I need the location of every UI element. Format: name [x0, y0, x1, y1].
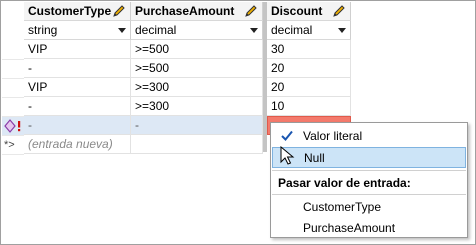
gutter-row-2[interactable] [2, 60, 24, 79]
diamond-error-icon [4, 119, 21, 133]
menu-item-null[interactable]: Null [272, 147, 466, 168]
table-cell[interactable]: 20 [267, 59, 351, 78]
table-cell-empty[interactable] [131, 135, 263, 154]
new-row-marker: *> [2, 136, 24, 155]
table-cell[interactable]: >=300 [131, 97, 263, 116]
menu-item-input-purchaseamount[interactable]: PurchaseAmount [272, 217, 466, 238]
gutter-row-3[interactable] [2, 79, 24, 98]
row-gutter: *> [2, 2, 24, 155]
table-cell[interactable]: 30 [267, 40, 351, 59]
type-select-value: decimal [135, 23, 177, 37]
column-header-customertype[interactable]: CustomerType [24, 2, 131, 21]
chevron-down-icon[interactable] [250, 28, 258, 33]
table-cell[interactable]: - [24, 97, 131, 116]
type-select-discount[interactable]: decimal [267, 21, 351, 40]
type-select-purchaseamount[interactable]: decimal [131, 21, 263, 40]
gutter-row-selected[interactable] [2, 117, 24, 136]
pencil-icon[interactable] [332, 4, 346, 18]
column-header-purchaseamount[interactable]: PurchaseAmount [131, 2, 263, 21]
table-cell[interactable]: - [24, 59, 131, 78]
column-customertype: CustomerType string VIP - VIP - - (entra… [24, 2, 131, 154]
menu-section-label: Pasar valor de entrada: [278, 175, 411, 190]
chevron-down-icon[interactable] [338, 28, 346, 33]
gutter-row-1[interactable] [2, 41, 24, 60]
column-header-label: Discount [271, 4, 323, 18]
table-cell[interactable]: 10 [267, 97, 351, 116]
menu-item-label: Null [304, 150, 325, 165]
table-cell-selected[interactable]: - [131, 116, 263, 135]
gutter-row-4[interactable] [2, 98, 24, 117]
pencil-icon[interactable] [112, 4, 126, 18]
table-cell[interactable]: VIP [24, 78, 131, 97]
type-select-customertype[interactable]: string [24, 21, 131, 40]
column-header-label: PurchaseAmount [135, 4, 235, 18]
menu-item-label: Valor literal [303, 128, 363, 143]
table-cell[interactable]: 20 [267, 78, 351, 97]
pencil-icon[interactable] [244, 4, 258, 18]
table-cell[interactable]: >=500 [131, 40, 263, 59]
menu-separator [272, 170, 466, 171]
table-cell[interactable]: >=300 [131, 78, 263, 97]
type-select-value: string [28, 23, 58, 37]
check-icon [281, 130, 293, 141]
type-select-value: decimal [271, 23, 313, 37]
menu-item-label: PurchaseAmount [303, 220, 396, 235]
menu-item-valor-literal[interactable]: Valor literal [272, 125, 466, 146]
table-cell[interactable]: >=500 [131, 59, 263, 78]
column-header-discount[interactable]: Discount [267, 2, 351, 21]
column-purchaseamount: PurchaseAmount decimal >=500 >=500 >=300… [131, 2, 263, 154]
column-header-label: CustomerType [28, 4, 112, 18]
table-cell[interactable]: VIP [24, 40, 131, 59]
column-discount: Discount decimal 30 20 20 10 [267, 2, 351, 135]
menu-item-input-customertype[interactable]: CustomerType [272, 196, 466, 217]
context-menu: Valor literal Null Pasar valor de entrad… [270, 122, 468, 238]
menu-item-label: CustomerType [303, 199, 382, 214]
chevron-down-icon[interactable] [118, 28, 126, 33]
menu-separator [272, 194, 466, 195]
mouse-pointer-icon [280, 146, 295, 165]
new-row-placeholder[interactable]: (entrada nueva) [24, 135, 131, 154]
table-cell-selected[interactable]: - [24, 116, 131, 135]
menu-section-title: Pasar valor de entrada: [272, 172, 466, 193]
